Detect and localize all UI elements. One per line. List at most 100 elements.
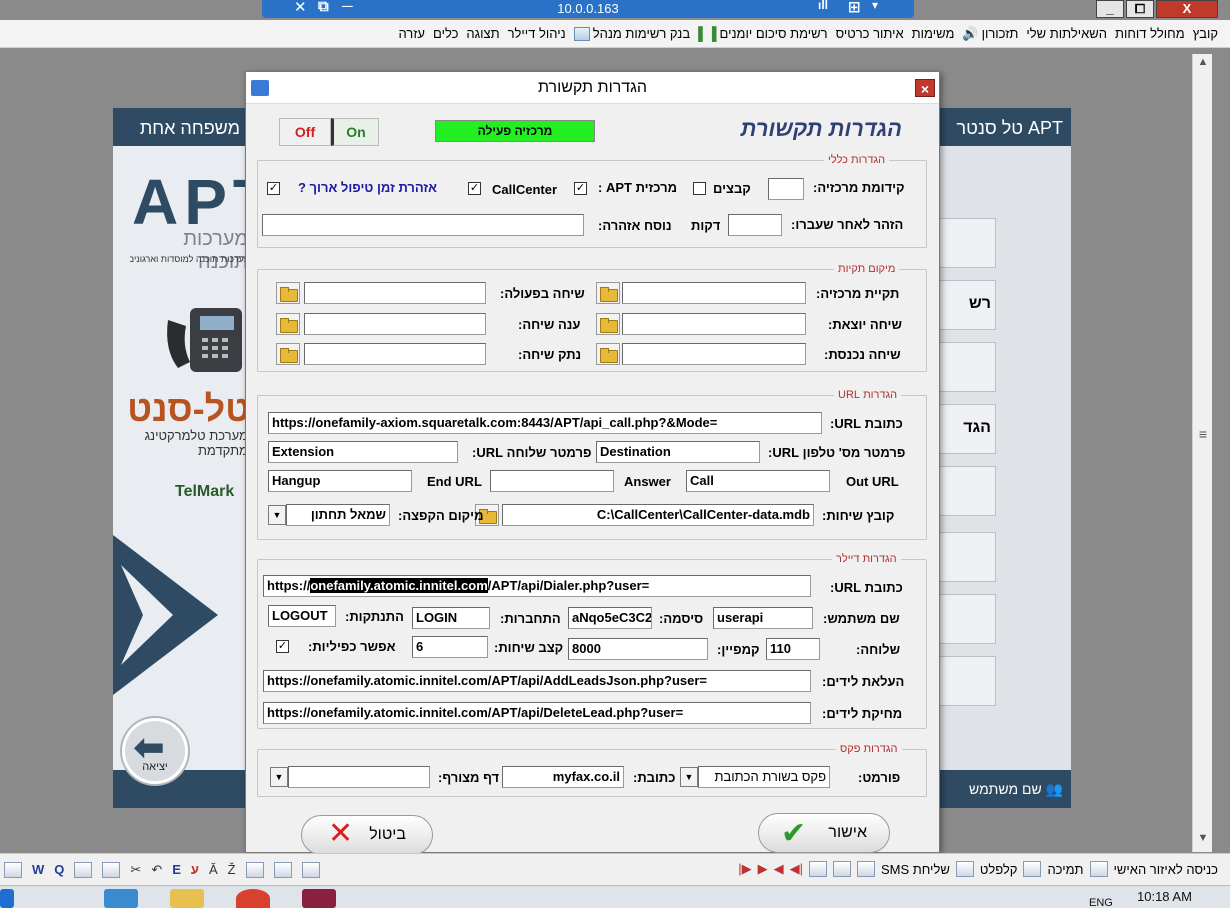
hebrew-keyboard-icon[interactable]: ע — [191, 862, 199, 878]
folder-icon[interactable] — [596, 313, 620, 335]
toggle-off-button[interactable]: Off — [279, 118, 331, 146]
warn-after-input[interactable] — [728, 214, 782, 236]
sort-asc-icon[interactable]: Ă — [209, 862, 218, 878]
out-url-input[interactable]: Call — [686, 470, 830, 492]
dialer-extension-input[interactable]: 110 — [766, 638, 820, 660]
pin-icon[interactable]: ⊞ — [848, 0, 861, 16]
dropdown-arrow-icon[interactable]: ▼ — [270, 767, 288, 787]
support-icon[interactable] — [1023, 861, 1042, 877]
menu-tools[interactable]: כלים — [429, 26, 462, 41]
undo-icon[interactable]: ↶ — [151, 862, 162, 878]
vertical-scrollbar[interactable]: ▲ ≡ ▼ — [1192, 54, 1212, 852]
files-checkbox[interactable] — [693, 182, 706, 195]
dialer-login-input[interactable]: LOGIN — [412, 607, 490, 629]
outgoing-call-input[interactable] — [622, 313, 806, 335]
calls-file-input[interactable]: C:\CallCenter\CallCenter-data.mdb — [502, 504, 814, 526]
sms-icon[interactable] — [857, 861, 875, 877]
speaker-icon[interactable] — [833, 861, 851, 877]
bg-side-button[interactable] — [938, 594, 996, 644]
word-icon[interactable]: W — [32, 862, 44, 878]
dropdown-arrow-icon[interactable]: ▼ — [268, 505, 286, 525]
close-button[interactable]: X — [1156, 0, 1218, 18]
nav-prev-icon[interactable]: ◀ — [774, 861, 784, 877]
exit-button[interactable]: ⬅ יציאה — [122, 718, 188, 784]
folder-icon[interactable] — [276, 282, 300, 304]
form-icon[interactable] — [809, 861, 827, 877]
paste-icon[interactable] — [102, 862, 121, 878]
personal-area-link[interactable]: כניסה לאיזור האישי — [1114, 862, 1218, 877]
taskbar-app-access[interactable] — [302, 889, 336, 908]
start-button[interactable] — [0, 889, 14, 908]
bg-side-button[interactable] — [938, 218, 996, 268]
dialer-logout-input[interactable]: LOGOUT — [268, 605, 336, 627]
cancel-button[interactable]: ביטול ✕ — [301, 815, 433, 855]
menu-manager-lists[interactable]: בנק רשימות מנהל — [570, 26, 694, 41]
sort-desc-icon[interactable]: Ž — [228, 862, 236, 878]
cut-icon[interactable]: ✂ — [130, 862, 141, 878]
nav-next-icon[interactable]: ▶ — [758, 861, 768, 877]
menu-report-generator[interactable]: מחולל דוחות — [1111, 26, 1189, 41]
clear-filter-icon[interactable] — [301, 862, 320, 878]
delete-leads-input[interactable]: https://onefamily.atomic.innitel.com/APT… — [263, 702, 811, 724]
taskbar-app-remote[interactable] — [104, 889, 138, 908]
dialer-rate-input[interactable]: 6 — [412, 636, 488, 658]
nav-last-icon[interactable]: |◀ — [790, 861, 803, 877]
dropdown-arrow-icon[interactable]: ▼ — [680, 767, 698, 787]
ok-button[interactable]: אישור ✔ — [758, 813, 890, 853]
bg-side-button[interactable]: רש — [938, 280, 996, 330]
clock[interactable]: 10:18 AM — [1137, 889, 1192, 904]
fax-address-input[interactable]: myfax.co.il — [502, 766, 624, 788]
nav-first-icon[interactable]: ▶| — [738, 861, 751, 877]
bg-side-button[interactable] — [938, 656, 996, 706]
fax-format-select[interactable]: פקס בשורת הכתובת — [698, 766, 830, 788]
hangup-call-input[interactable] — [304, 343, 486, 365]
folder-icon[interactable] — [596, 343, 620, 365]
popup-position-select[interactable]: שמאל תחתון — [286, 504, 390, 526]
phone-param-input[interactable]: Destination — [596, 441, 760, 463]
dialer-user-input[interactable]: userapi — [713, 607, 813, 629]
menu-my-queries[interactable]: השאילתות שלי — [1022, 26, 1111, 41]
scroll-down-icon[interactable]: ▼ — [1193, 832, 1213, 850]
url-address-input[interactable]: https://onefamily-axiom.squaretalk.com:8… — [268, 412, 822, 434]
menu-view[interactable]: תצוגה — [462, 26, 503, 41]
callcenter-checkbox[interactable]: ✓ — [468, 182, 481, 195]
prefix-input[interactable] — [768, 178, 804, 200]
warn-text-input[interactable] — [262, 214, 584, 236]
output-link[interactable]: קלפלט — [980, 862, 1018, 877]
copy-icon[interactable] — [74, 862, 93, 878]
dialer-campaign-input[interactable]: 8000 — [568, 638, 708, 660]
bg-side-button[interactable] — [938, 532, 996, 582]
folder-icon[interactable] — [276, 313, 300, 335]
attached-page-select[interactable] — [288, 766, 430, 788]
home-icon[interactable] — [1089, 861, 1108, 877]
chevron-down-icon[interactable]: ▾ — [872, 0, 878, 12]
incoming-call-input[interactable] — [622, 343, 806, 365]
english-keyboard-icon[interactable]: E — [172, 862, 181, 878]
toolbar-button-icon[interactable] — [4, 862, 22, 878]
folder-icon[interactable] — [596, 282, 620, 304]
menu-reminder[interactable]: תזכורון 🔊 — [958, 26, 1022, 42]
end-url-input[interactable]: Hangup — [268, 470, 412, 492]
filter-form-icon[interactable] — [273, 862, 292, 878]
filter-icon[interactable] — [245, 862, 264, 878]
taskbar-app-explorer[interactable] — [170, 889, 204, 908]
dialer-password-input[interactable]: aNqo5eC3C2 — [568, 607, 652, 629]
dialog-close-button[interactable]: × — [915, 79, 935, 97]
folder-icon[interactable] — [276, 343, 300, 365]
apt-pbx-checkbox[interactable]: ✓ — [574, 182, 587, 195]
toggle-on-button[interactable]: On — [331, 118, 379, 146]
menu-daily-summary[interactable]: רשימת סיכום יומנים ▐▌ — [694, 26, 831, 41]
language-indicator[interactable]: ENG — [1089, 897, 1113, 908]
output-icon[interactable] — [955, 861, 974, 877]
menu-find-card[interactable]: איתור כרטיס — [832, 26, 908, 41]
menu-tasks[interactable]: משימות — [908, 26, 959, 41]
menu-dialer-management[interactable]: ניהול דיילר — [504, 26, 570, 41]
bg-side-button[interactable] — [938, 342, 996, 392]
scroll-up-icon[interactable]: ▲ — [1193, 56, 1213, 74]
bg-side-button[interactable]: הגד — [938, 404, 996, 454]
minimize-button[interactable]: _ — [1096, 0, 1124, 18]
long-call-warning-checkbox[interactable]: ✓ — [267, 182, 280, 195]
dialer-address-input[interactable]: https://onefamily.atomic.innitel.com/APT… — [263, 575, 811, 597]
answered-call-input[interactable] — [304, 313, 486, 335]
upload-leads-input[interactable]: https://onefamily.atomic.innitel.com/APT… — [263, 670, 811, 692]
